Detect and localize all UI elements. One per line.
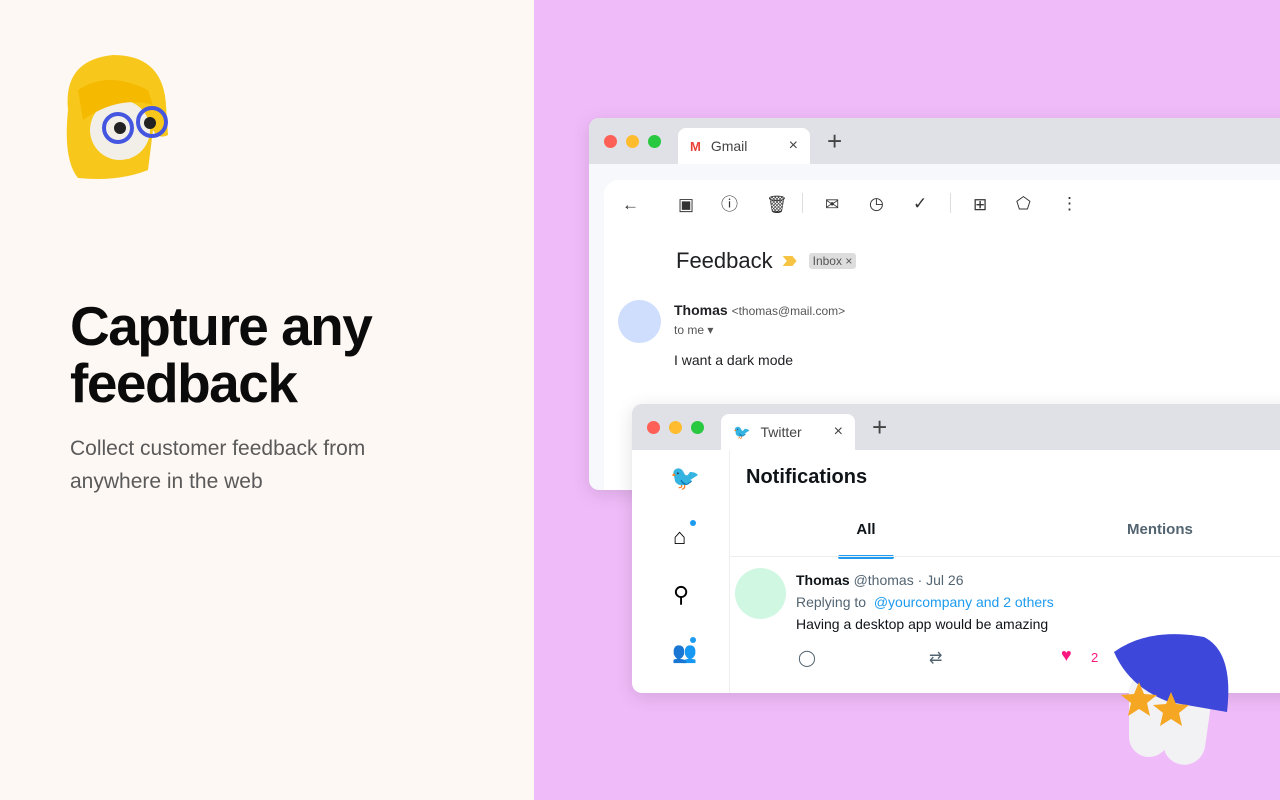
label-icon[interactable]: ⬠ [1016, 195, 1031, 213]
reply-context: Replying to @yourcompany and 2 others [796, 594, 1054, 610]
hero-title-line: feedback [70, 352, 298, 414]
tab-mentions[interactable]: Mentions [1127, 521, 1193, 538]
recipient-text: to me [674, 323, 705, 337]
sender-email: <thomas@mail.com> [731, 304, 846, 318]
minimize-window-button[interactable] [669, 421, 682, 434]
tab-gmail[interactable]: M Gmail × [678, 128, 810, 164]
minimize-window-button[interactable] [626, 135, 639, 148]
hero-subtitle: Collect customer feedback from anywhere … [70, 437, 366, 493]
trash-icon[interactable]: 🗑 [766, 196, 788, 214]
home-icon[interactable]: ⌂ [673, 524, 686, 550]
notification-dot [690, 637, 696, 643]
recipient-dropdown[interactable]: to me ▾ [674, 323, 713, 337]
close-tab-icon[interactable]: × [834, 423, 843, 441]
twitter-tab-bar: 🐦 Twitter × + [632, 404, 1280, 450]
left-panel: Capture any feedback Collect customer fe… [0, 0, 534, 800]
tab-all-label: All [856, 521, 876, 538]
twitter-logo-icon[interactable]: 🐦 [670, 464, 700, 493]
importance-marker-icon[interactable] [782, 256, 797, 266]
tweet-date: · Jul 26 [917, 572, 964, 588]
search-icon[interactable]: ⚲ [673, 582, 689, 608]
tab-label: Gmail [710, 138, 748, 154]
retweet-icon[interactable]: ⇄ [929, 648, 942, 668]
tweet-header: Thomas @thomas · Jul 26 [796, 572, 964, 588]
notification-dot [690, 520, 696, 526]
communities-icon[interactable]: 👥 [672, 640, 697, 665]
reply-icon[interactable]: ◯ [798, 648, 816, 668]
tweet-handle: @thomas [853, 572, 914, 588]
email-subject-row: Feedback Inbox × [676, 248, 857, 274]
sender-line: Thomas <thomas@mail.com> [674, 302, 845, 318]
replying-prefix: Replying to [796, 594, 867, 610]
twitter-sidebar: 🐦 ⌂ ⚲ 👥 [632, 450, 730, 693]
tab-label: Twitter [760, 424, 802, 440]
more-vert-icon[interactable]: ⋮ [1061, 195, 1078, 213]
close-window-button[interactable] [604, 135, 617, 148]
twitter-bird-icon: 🐦 [733, 423, 751, 440]
snooze-icon[interactable]: ◷ [869, 195, 884, 213]
tab-all[interactable]: All [838, 506, 894, 559]
email-subject: Feedback [676, 248, 773, 273]
back-arrow-icon[interactable]: ← [622, 196, 639, 214]
tweet-avatar [735, 568, 786, 619]
page-title: Notifications [746, 466, 868, 488]
close-tab-icon[interactable]: × [789, 137, 798, 155]
toolbar-divider [802, 193, 803, 213]
like-count: 2 [1091, 650, 1099, 665]
sender-name: Thomas [674, 302, 728, 318]
hero-title: Capture any feedback [70, 295, 373, 414]
sender-avatar [618, 300, 661, 343]
like-icon[interactable]: ♥ [1061, 645, 1072, 666]
hero-title-line: Capture any [70, 295, 373, 357]
new-tab-button[interactable]: + [872, 414, 887, 440]
report-spam-icon[interactable]: ⓘ [721, 196, 738, 214]
maximize-window-button[interactable] [691, 421, 704, 434]
tab-twitter[interactable]: 🐦 Twitter × [721, 414, 855, 450]
maximize-window-button[interactable] [648, 135, 661, 148]
add-task-icon[interactable]: ✓ [913, 195, 927, 213]
archive-icon[interactable]: ▣ [678, 196, 694, 214]
tweet-author: Thomas [796, 572, 850, 588]
gmail-tab-bar: M Gmail × + [589, 118, 1280, 164]
mascot-illustration [58, 50, 173, 185]
label-chip-text: Inbox [812, 254, 842, 268]
gmail-logo-icon: M [690, 138, 701, 154]
toolbar-divider [950, 193, 951, 213]
close-window-button[interactable] [647, 421, 660, 434]
move-to-icon[interactable]: ⊞ [973, 196, 987, 214]
tweet-text: Having a desktop app would be amazing [796, 616, 1049, 632]
right-panel: M Gmail × + ← ▣ ⓘ 🗑 ✉ ◷ ✓ ⊞ ⬠ ⋮ Feedback… [534, 0, 1280, 800]
replying-to-link[interactable]: @yourcompany and 2 others [874, 594, 1054, 610]
mascot-with-cap-illustration [1109, 632, 1234, 772]
mark-unread-icon[interactable]: ✉ [825, 196, 839, 214]
new-tab-button[interactable]: + [827, 128, 842, 154]
inbox-label-chip[interactable]: Inbox × [808, 253, 857, 269]
email-body: I want a dark mode [674, 352, 794, 368]
